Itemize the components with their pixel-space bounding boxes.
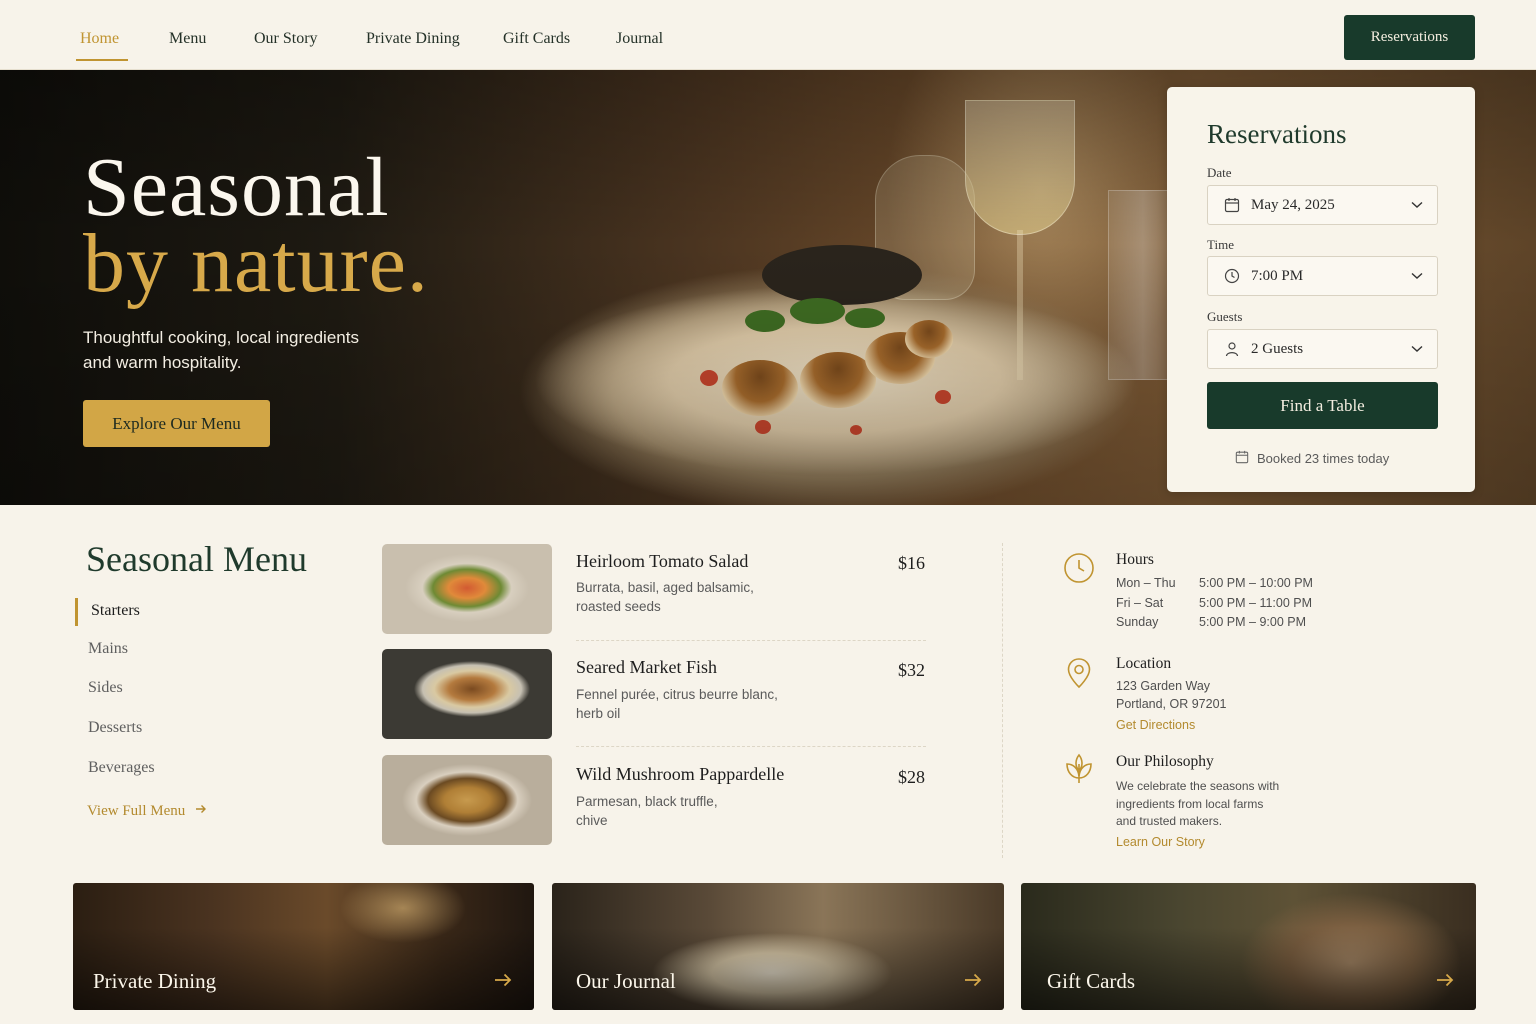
dish-description: Fennel purée, citrus beurre blanc, herb … (576, 685, 796, 723)
arrow-right-icon (1436, 973, 1454, 992)
guests-select[interactable]: 2 Guests (1207, 329, 1438, 369)
category-active-indicator (75, 598, 78, 626)
nav-menu[interactable]: Menu (169, 30, 206, 48)
reservation-card: Reservations Date May 24, 2025 Time 7:00… (1167, 87, 1475, 492)
arrow-right-icon (964, 973, 982, 992)
date-label: Date (1207, 165, 1232, 180)
arrow-right-icon (195, 803, 207, 820)
dish-price: $32 (898, 660, 925, 680)
guests-value: 2 Guests (1251, 340, 1304, 357)
tomato-salad-image (382, 544, 552, 634)
category-desserts[interactable]: Desserts (88, 719, 142, 737)
time-label: Time (1207, 237, 1234, 252)
category-starters[interactable]: Starters (91, 602, 140, 620)
guests-label: Guests (1207, 309, 1243, 324)
nav-journal[interactable]: Journal (616, 30, 663, 48)
calendar-icon (1223, 196, 1241, 214)
time-value: 7:00 PM (1251, 267, 1304, 284)
nav-active-indicator (76, 59, 128, 61)
hours-days: Sunday (1116, 615, 1159, 629)
explore-menu-button[interactable]: Explore Our Menu (83, 400, 270, 447)
dish-description-line1: Burrata, basil, aged balsamic, (576, 580, 754, 595)
find-table-button[interactable]: Find a Table (1207, 382, 1438, 429)
hours-days: Fri – Sat (1116, 596, 1164, 610)
chevron-down-icon (1411, 340, 1423, 358)
dish-description: Parmesan, black truffle, chive (576, 792, 796, 830)
nav-our-story[interactable]: Our Story (254, 30, 318, 48)
nav-gift-cards[interactable]: Gift Cards (503, 30, 570, 48)
get-directions-link[interactable]: Get Directions (1116, 718, 1195, 732)
view-full-menu-label: View Full Menu (87, 803, 186, 819)
dish-name: Heirloom Tomato Salad (576, 551, 749, 571)
nav-home[interactable]: Home (80, 30, 119, 48)
hours-days: Mon – Thu (1116, 576, 1176, 590)
booked-text: Booked 23 times today (1257, 451, 1390, 466)
philosophy-line1: We celebrate the seasons with (1116, 779, 1280, 793)
dish-description-line1: Parmesan, black truffle, (576, 794, 718, 809)
address-line1: 123 Garden Way (1116, 679, 1211, 693)
our-journal-card[interactable]: Our Journal (552, 883, 1004, 1010)
map-pin-icon (1062, 656, 1096, 690)
date-value: May 24, 2025 (1251, 196, 1335, 213)
hero-subtitle-line1: Thoughtful cooking, local ingredients (83, 328, 359, 347)
card-label: Private Dining (93, 969, 217, 993)
philosophy-line2: ingredients from local farms (1116, 797, 1264, 811)
dish-description-line2: roasted seeds (576, 599, 661, 614)
seasonal-menu-title: Seasonal Menu (86, 539, 307, 579)
dish-description-line2: chive (576, 813, 608, 828)
clock-icon (1062, 551, 1096, 585)
philosophy-heading: Our Philosophy (1116, 753, 1214, 770)
top-nav: Home Menu Our Story Private Dining Gift … (0, 0, 1536, 70)
dish-description-line2: herb oil (576, 706, 621, 721)
hours-time: 5:00 PM – 10:00 PM (1199, 576, 1313, 590)
chevron-down-icon (1411, 267, 1423, 285)
view-full-menu-link[interactable]: View Full Menu (87, 803, 207, 820)
chevron-down-icon (1411, 196, 1423, 214)
date-select[interactable]: May 24, 2025 (1207, 185, 1438, 225)
hero-title-line1: Seasonal (83, 141, 390, 234)
seared-fish-image (382, 649, 552, 739)
dish-price: $28 (898, 767, 925, 787)
reservations-button[interactable]: Reservations (1344, 15, 1475, 60)
category-beverages[interactable]: Beverages (88, 759, 155, 777)
dish-name: Wild Mushroom Pappardelle (576, 764, 785, 784)
leaf-icon (1062, 752, 1096, 786)
dish-description: Burrata, basil, aged balsamic, roasted s… (576, 578, 796, 616)
hours-time: 5:00 PM – 9:00 PM (1199, 615, 1307, 629)
card-label: Gift Cards (1047, 969, 1136, 993)
dish-divider (576, 640, 926, 641)
time-select[interactable]: 7:00 PM (1207, 256, 1438, 296)
category-mains[interactable]: Mains (88, 640, 128, 658)
card-label: Our Journal (576, 969, 676, 993)
calendar-icon (1235, 450, 1249, 467)
hours-time: 5:00 PM – 11:00 PM (1199, 596, 1313, 610)
reservation-title: Reservations (1207, 119, 1347, 149)
philosophy-line3: and trusted makers. (1116, 814, 1223, 828)
dish-price: $16 (898, 553, 925, 573)
location-heading: Location (1116, 655, 1172, 672)
hero-subtitle: Thoughtful cooking, local ingredients an… (83, 325, 403, 375)
booked-count: Booked 23 times today (1235, 450, 1389, 467)
dish-divider (576, 746, 926, 747)
dish-description-line1: Fennel purée, citrus beurre blanc, (576, 687, 778, 702)
address-line2: Portland, OR 97201 (1116, 697, 1227, 711)
section-divider (1002, 543, 1003, 858)
hero-subtitle-line2: and warm hospitality. (83, 353, 242, 372)
hours-heading: Hours (1116, 551, 1154, 568)
clock-icon (1223, 267, 1241, 285)
mushroom-pappardelle-image (382, 755, 552, 845)
private-dining-card[interactable]: Private Dining (73, 883, 534, 1010)
learn-our-story-link[interactable]: Learn Our Story (1116, 835, 1205, 849)
arrow-right-icon (494, 973, 512, 992)
dish-name: Seared Market Fish (576, 657, 717, 677)
nav-private-dining[interactable]: Private Dining (366, 30, 460, 48)
hero-title-line2: by nature. (83, 217, 429, 310)
category-sides[interactable]: Sides (88, 679, 123, 697)
gift-cards-card[interactable]: Gift Cards (1021, 883, 1476, 1010)
person-icon (1223, 340, 1241, 358)
